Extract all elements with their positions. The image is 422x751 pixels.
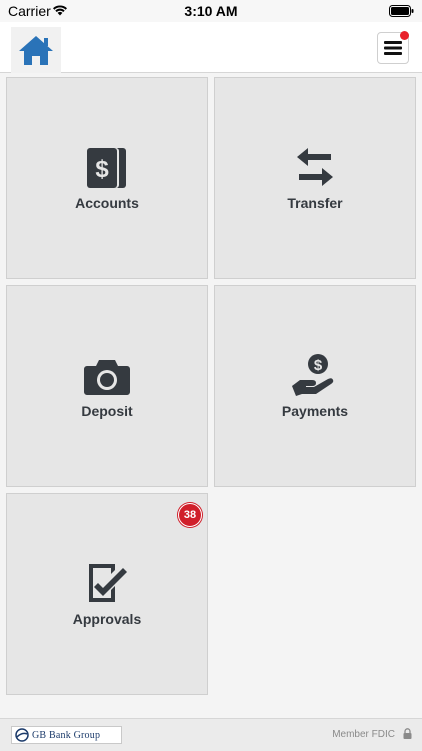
bank-logo: GB Bank Group: [11, 726, 122, 744]
member-fdic-label: Member FDIC: [332, 729, 395, 740]
home-button[interactable]: [11, 27, 61, 73]
tile-deposit[interactable]: Deposit: [6, 285, 208, 487]
app-header: [0, 22, 422, 73]
bank-logo-icon: [15, 728, 29, 742]
status-bar: Carrier 3:10 AM: [0, 0, 422, 22]
battery-icon: [389, 5, 414, 17]
hamburger-menu-icon: [384, 41, 402, 55]
tile-approvals-label: Approvals: [72, 611, 142, 627]
tile-transfer[interactable]: Transfer: [214, 77, 416, 279]
approvals-count-badge: 38: [178, 503, 202, 527]
tile-deposit-label: Deposit: [81, 403, 133, 419]
transfer-arrows-icon: [297, 148, 333, 186]
bank-logo-text: GB Bank Group: [32, 729, 101, 741]
accounts-dollar-icon: $: [87, 148, 126, 188]
tile-payments[interactable]: $ Payments: [214, 285, 416, 487]
hand-dollar-icon: $: [292, 354, 334, 396]
camera-icon: [84, 360, 130, 395]
notification-dot: [400, 31, 409, 40]
svg-text:$: $: [95, 156, 109, 183]
svg-text:$: $: [314, 357, 323, 374]
tile-accounts[interactable]: $ Accounts: [6, 77, 208, 279]
home-icon: [19, 36, 53, 65]
tile-transfer-label: Transfer: [287, 195, 343, 211]
footer: GB Bank Group Member FDIC: [0, 718, 422, 751]
checklist-icon: [89, 564, 127, 602]
tile-accounts-label: Accounts: [75, 195, 139, 211]
lock-icon: [403, 728, 412, 739]
tile-approvals[interactable]: 38 Approvals: [6, 493, 208, 695]
status-time: 3:10 AM: [184, 3, 238, 19]
tile-payments-label: Payments: [281, 403, 349, 419]
